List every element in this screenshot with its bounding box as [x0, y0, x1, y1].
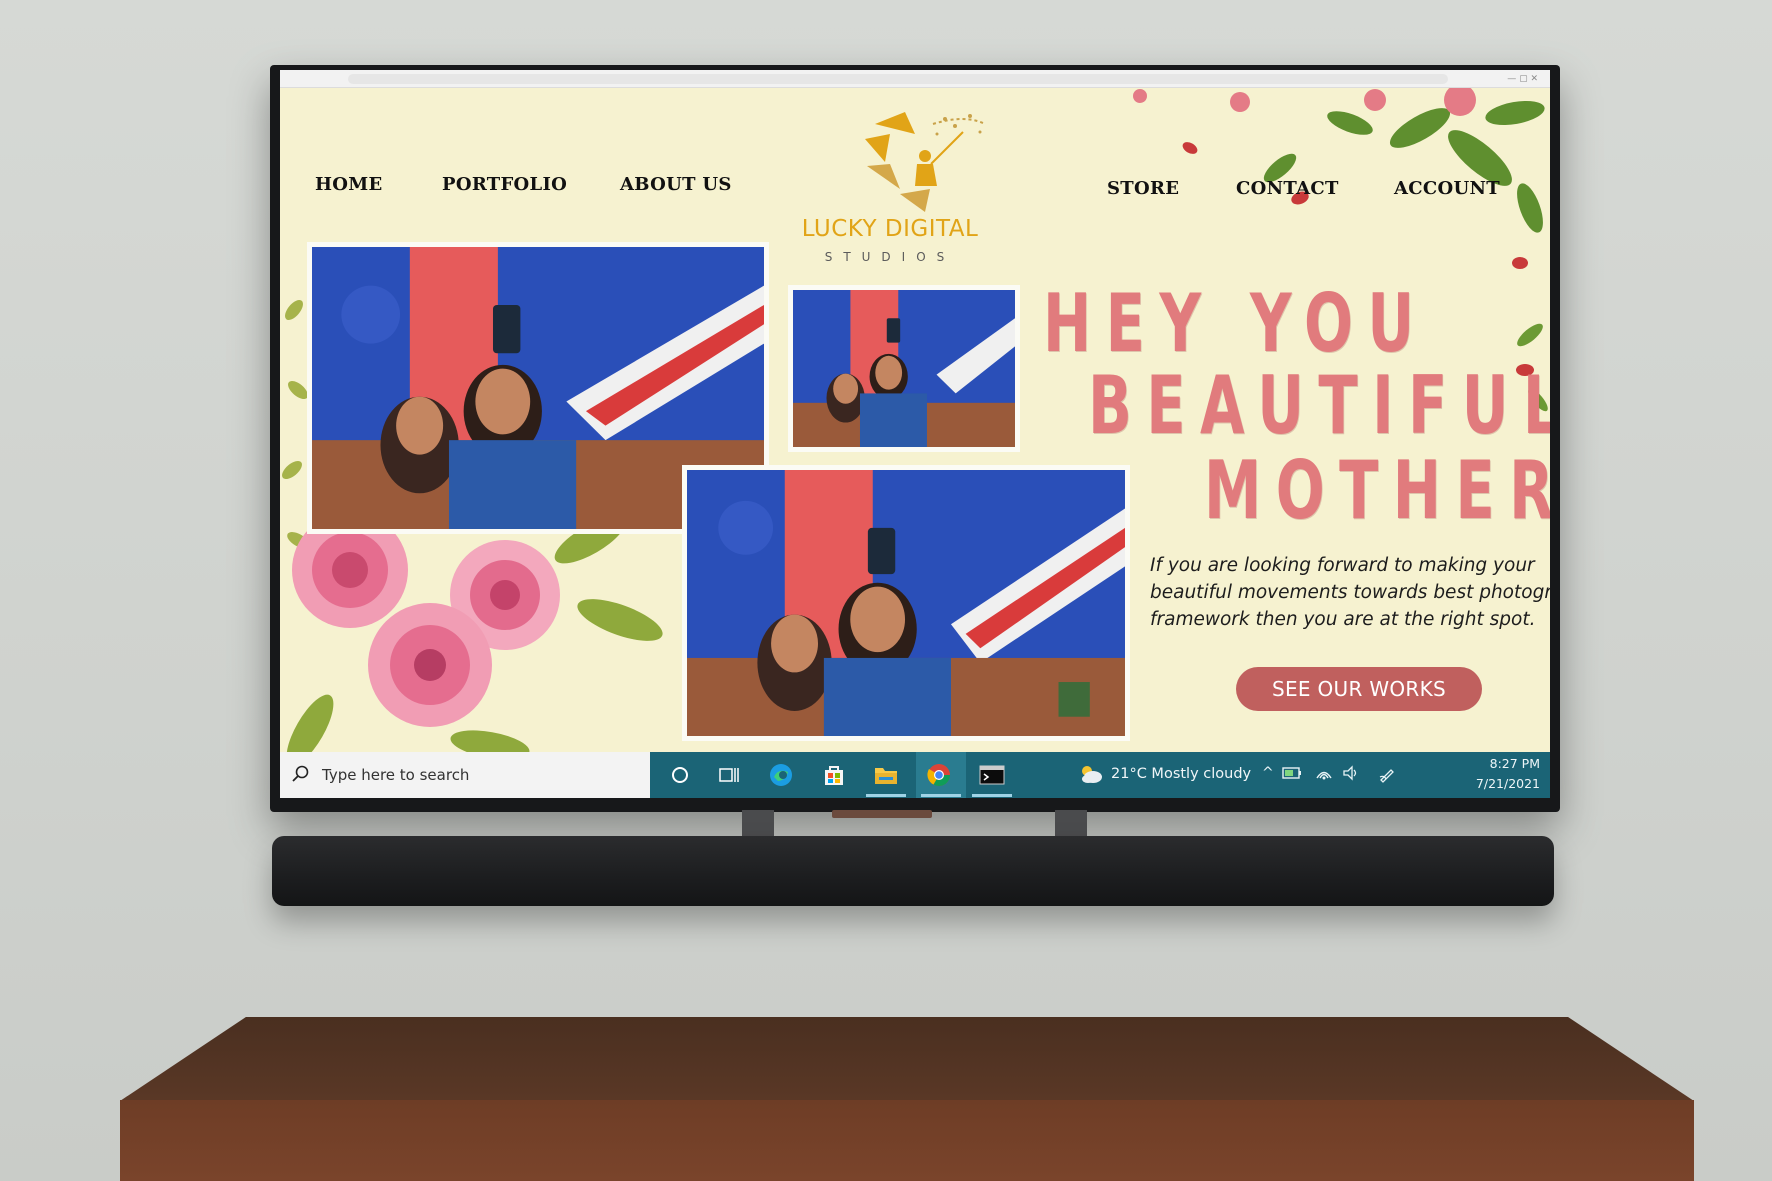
volume-icon[interactable] [1342, 765, 1360, 781]
soundbar [272, 836, 1554, 906]
cabinet-front [120, 1100, 1694, 1181]
cabinet-top [120, 1017, 1694, 1101]
nav-account[interactable]: ACCOUNT [1394, 178, 1500, 199]
battery-icon[interactable] [1282, 765, 1302, 781]
terminal-running-indicator [972, 794, 1012, 797]
headline-line-2: BEAUTIFUL [1088, 359, 1550, 452]
tagline-line-2: beautiful movements towards best photogr… [1150, 582, 1550, 603]
nav-contact[interactable]: CONTACT [1236, 178, 1339, 199]
pen-workspace-icon[interactable] [1378, 765, 1396, 783]
floral-decoration-peonies [286, 512, 663, 766]
cortana-icon[interactable] [666, 761, 694, 789]
terminal-icon[interactable] [978, 761, 1006, 789]
tv-screen: — ▢ ✕ HOME PORTFOLIO ABOUT US STORE CONT… [280, 70, 1550, 798]
nav-store[interactable]: STORE [1107, 178, 1179, 199]
edge-icon[interactable] [767, 761, 795, 789]
nav-portfolio[interactable]: PORTFOLIO [442, 174, 567, 195]
logo-subtitle: STUDIOS [824, 250, 956, 264]
taskbar: Type here to search 21°C Mostly cloudy ^… [280, 752, 1550, 798]
tagline-line-3: framework then you are at the right spot… [1150, 609, 1536, 630]
headline-line-3: MOTHER! [1204, 444, 1550, 537]
file-explorer-icon[interactable] [872, 761, 900, 789]
nav-about-us[interactable]: ABOUT US [620, 174, 732, 195]
explorer-running-indicator [866, 794, 906, 797]
tagline-line-1: If you are looking forward to making you… [1150, 555, 1535, 576]
tv-stand-left [742, 810, 774, 836]
browser-window-controls[interactable]: — ▢ ✕ [1507, 74, 1538, 84]
store-icon[interactable] [820, 761, 848, 789]
weather-cloud-icon[interactable] [1078, 762, 1104, 786]
clock-date[interactable]: 7/21/2021 [1400, 776, 1540, 791]
logo-icon[interactable] [845, 104, 995, 219]
search-placeholder: Type here to search [322, 766, 470, 784]
wifi-icon[interactable] [1315, 765, 1333, 781]
see-our-works-button[interactable]: SEE OUR WORKS [1236, 667, 1482, 711]
task-view-icon[interactable] [715, 761, 743, 789]
tagline: If you are looking forward to making you… [1150, 552, 1550, 633]
browser-toolbar: — ▢ ✕ [280, 70, 1550, 88]
chevron-up-icon[interactable]: ^ [1262, 765, 1274, 781]
address-bar[interactable] [348, 74, 1448, 84]
taskbar-search-box[interactable]: Type here to search [280, 752, 650, 798]
search-icon [292, 765, 309, 782]
headline-line-1: HEY YOU [1043, 277, 1429, 370]
tv-base-led [832, 810, 932, 818]
chrome-icon[interactable] [925, 761, 953, 789]
tv-stand-right [1055, 810, 1087, 836]
gallery-photo-featured[interactable] [682, 465, 1130, 741]
chrome-running-indicator [921, 794, 961, 797]
gallery-photo-small[interactable] [788, 285, 1020, 452]
nav-home[interactable]: HOME [315, 174, 383, 195]
clock-time[interactable]: 8:27 PM [1400, 756, 1540, 771]
logo-name: LUCKY DIGITAL [801, 216, 979, 242]
weather-text[interactable]: 21°C Mostly cloudy [1111, 766, 1251, 782]
